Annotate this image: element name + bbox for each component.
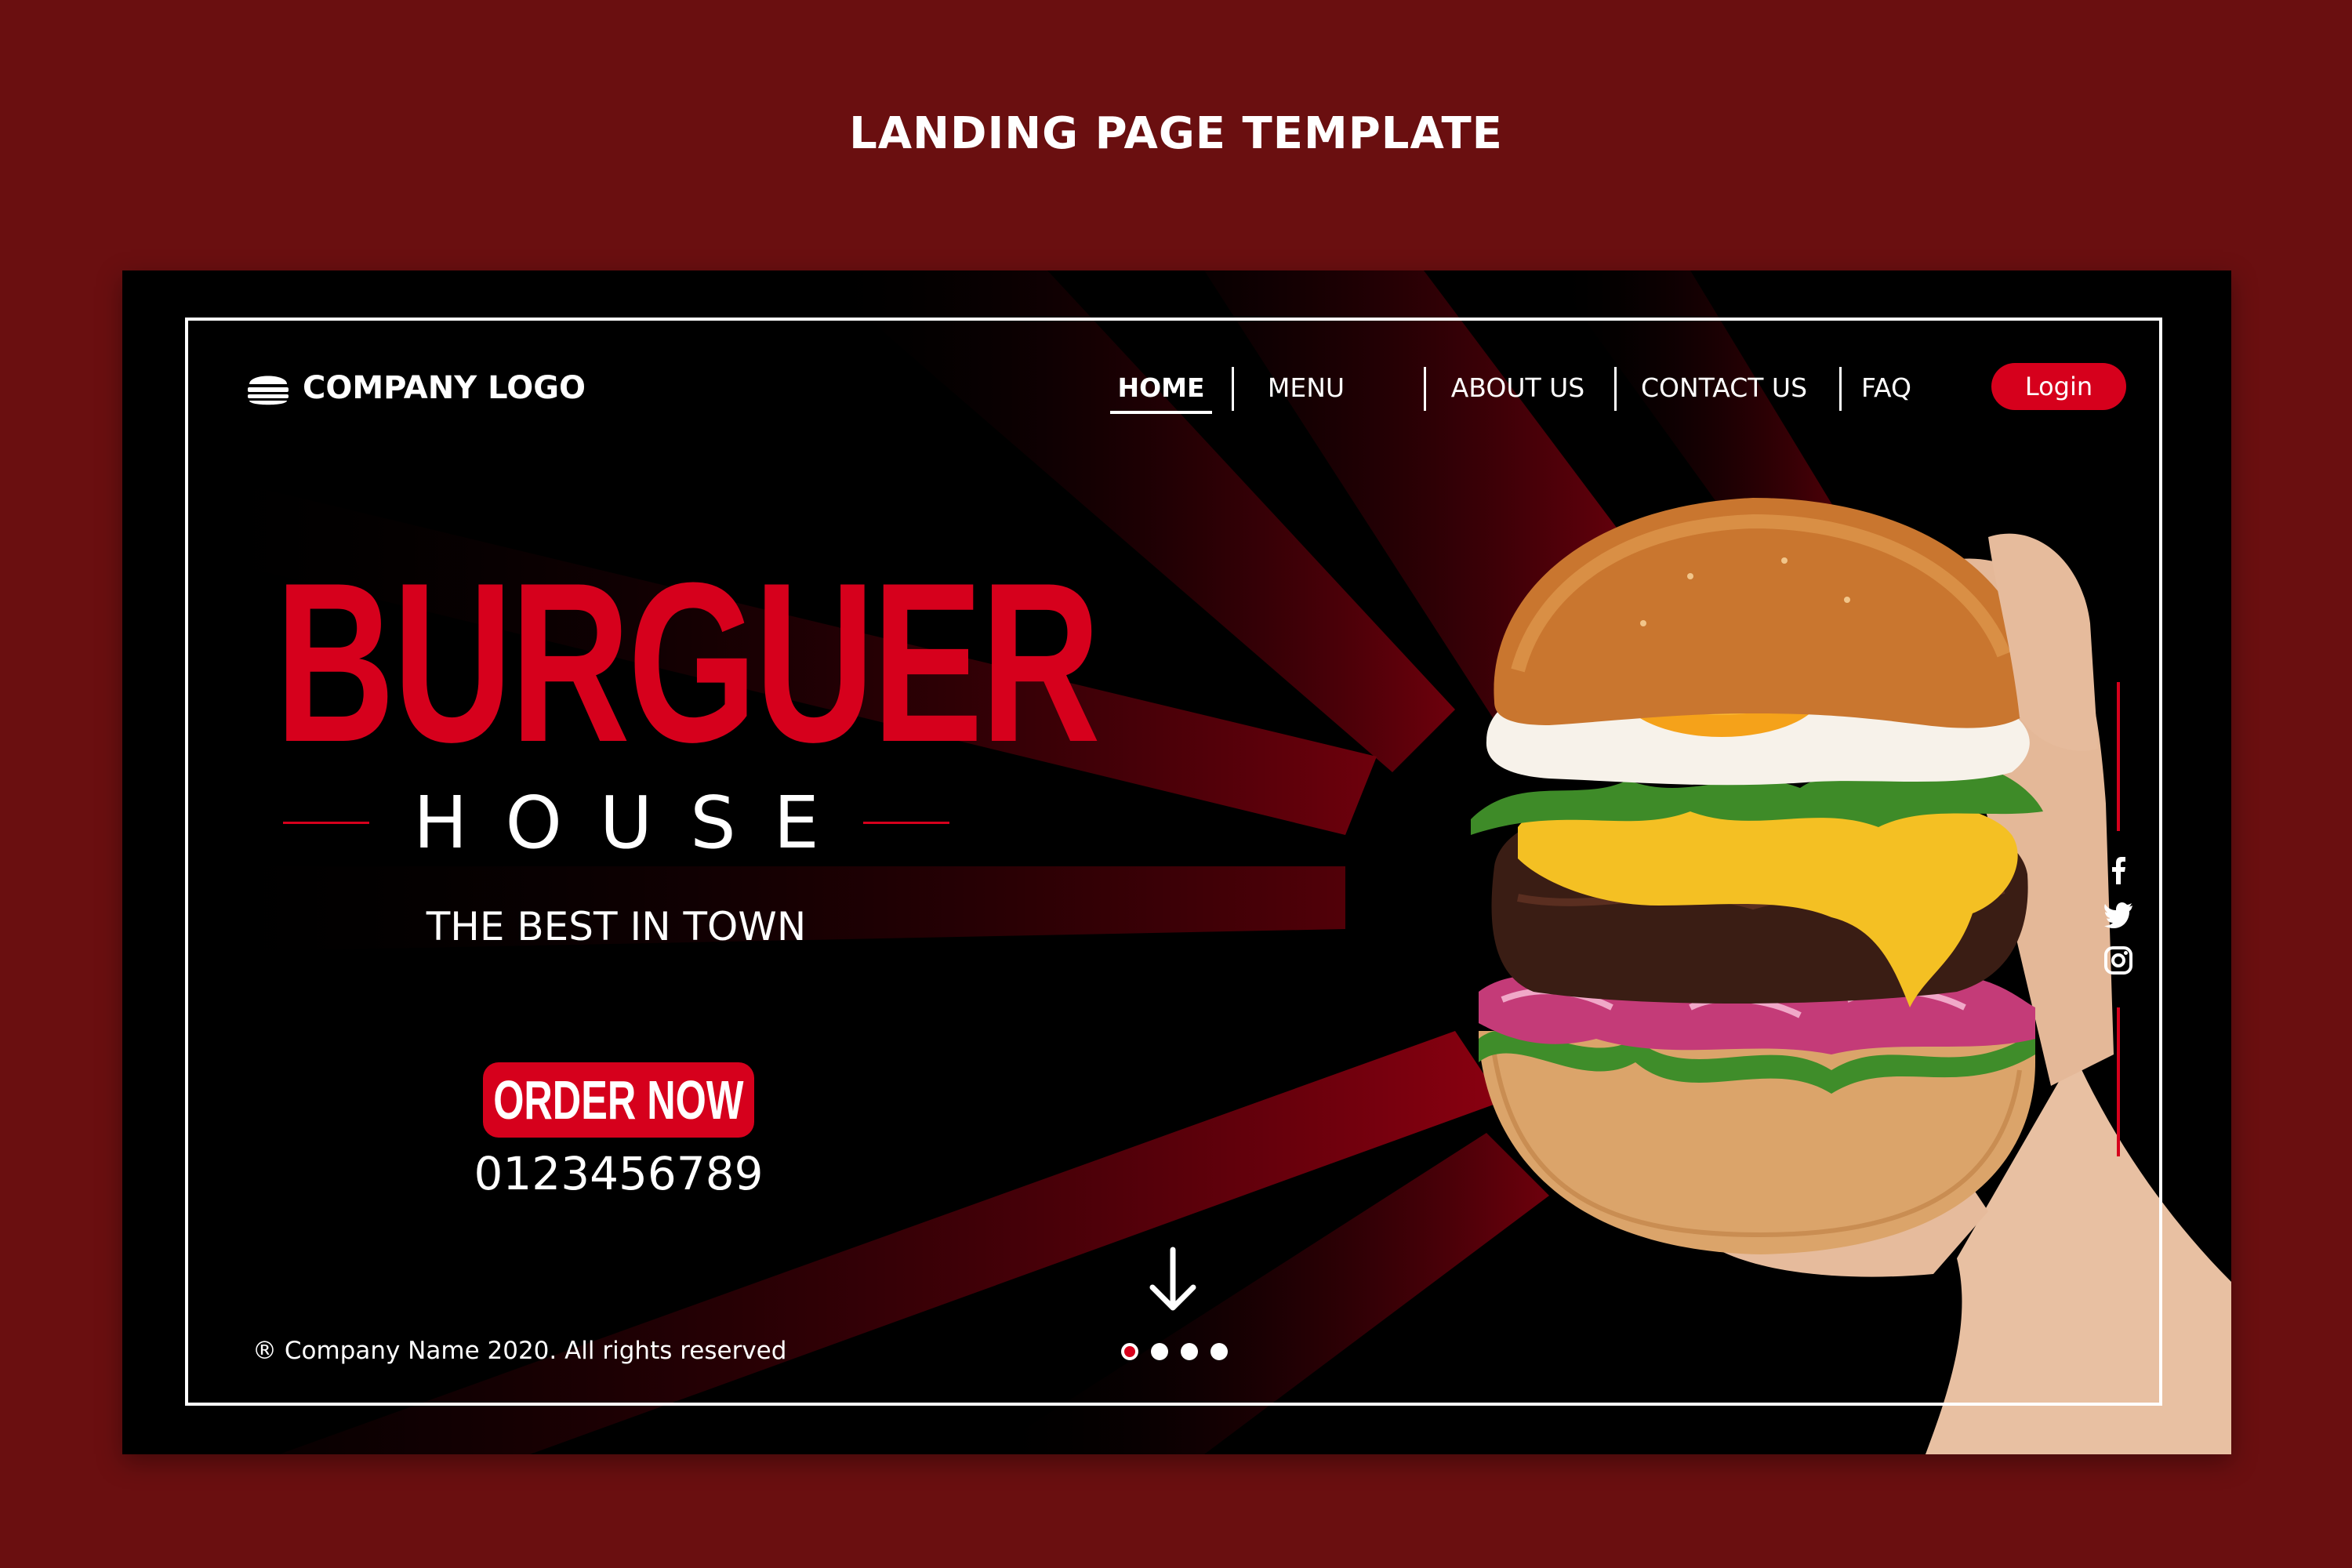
pagination-dot[interactable] — [1151, 1343, 1168, 1360]
nav-contact-us[interactable]: CONTACT US — [1626, 361, 1822, 416]
hero-tagline: THE BEST IN TOWN — [426, 904, 807, 949]
login-button[interactable]: Login — [1991, 363, 2126, 410]
nav-faq[interactable]: FAQ — [1851, 361, 1922, 416]
nav-menu-label: MENU — [1267, 372, 1345, 403]
burger-icon — [248, 376, 289, 405]
arrow-down-icon[interactable] — [1148, 1247, 1198, 1312]
social-line-bottom — [2117, 1007, 2120, 1156]
nav-menu[interactable]: MENU — [1259, 361, 1353, 416]
nav-about-us[interactable]: ABOUT US — [1439, 361, 1596, 416]
order-now-label: ORDER NOW — [493, 1069, 744, 1131]
pagination-dot[interactable] — [1210, 1343, 1228, 1360]
nav-separator — [1424, 367, 1426, 411]
twitter-icon[interactable] — [2103, 899, 2134, 931]
landing-page-mockup: COMPANY LOGO HOME MENU ABOUT US CONTACT … — [122, 270, 2231, 1454]
nav-separator — [1614, 367, 1617, 411]
nav-separator — [1839, 367, 1842, 411]
nav-active-underline — [1110, 411, 1212, 414]
copyright-text: ® Company Name 2020. All rights reserved — [252, 1337, 787, 1365]
nav-contact-label: CONTACT US — [1640, 372, 1808, 403]
instagram-icon[interactable] — [2103, 945, 2134, 976]
social-line-top — [2117, 682, 2120, 831]
pagination-dot-active[interactable] — [1121, 1343, 1138, 1360]
hero-title: BURGUER — [275, 535, 1101, 789]
logo-text: COMPANY LOGO — [303, 370, 586, 406]
slide-pagination — [1121, 1343, 1228, 1363]
company-logo[interactable]: COMPANY LOGO — [246, 365, 586, 412]
hero-subtitle-block: HOUSE — [283, 784, 949, 862]
facebook-icon[interactable] — [2103, 855, 2134, 886]
nav-home-label: HOME — [1117, 372, 1205, 403]
nav-about-label: ABOUT US — [1450, 372, 1585, 403]
hero-subtitle: HOUSE — [413, 781, 857, 865]
pagination-dot[interactable] — [1181, 1343, 1198, 1360]
nav-faq-label: FAQ — [1861, 372, 1911, 403]
subtitle-right-line — [863, 822, 949, 824]
phone-number: 0123456789 — [474, 1147, 764, 1200]
nav-separator — [1232, 367, 1234, 411]
burger-photo — [1471, 498, 2231, 1454]
order-now-button[interactable]: ORDER NOW — [483, 1062, 754, 1138]
nav-home[interactable]: HOME — [1110, 361, 1212, 416]
page-heading: LANDING PAGE TEMPLATE — [849, 108, 1503, 159]
